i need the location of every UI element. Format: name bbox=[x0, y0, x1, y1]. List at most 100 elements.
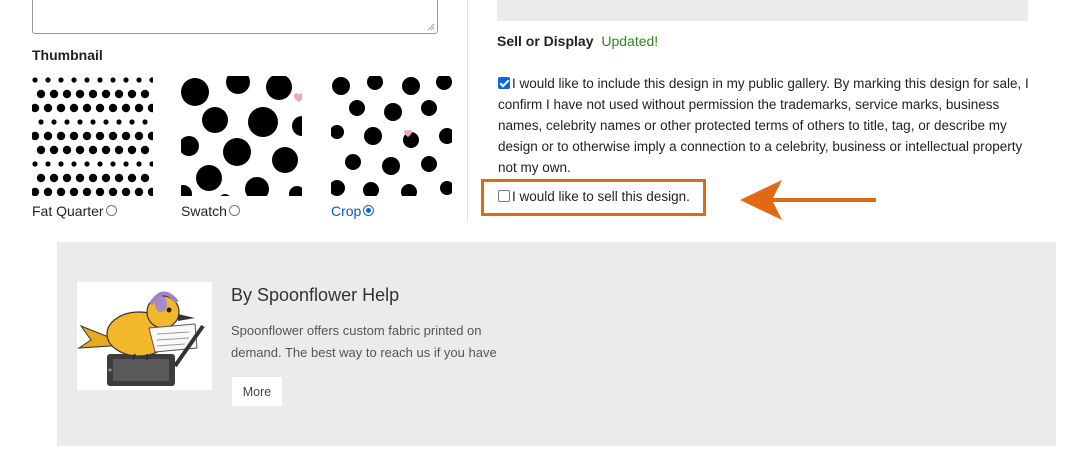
polka-dot bbox=[142, 119, 148, 125]
polka-dot bbox=[97, 77, 103, 83]
polka-dot bbox=[127, 173, 137, 183]
swatch-radio[interactable] bbox=[228, 204, 240, 216]
polka-dot bbox=[62, 173, 72, 183]
polka-dot bbox=[147, 131, 153, 141]
sell-checkbox[interactable] bbox=[498, 190, 510, 202]
more-button[interactable]: More bbox=[232, 377, 282, 406]
polka-dot bbox=[90, 119, 96, 125]
polka-dot bbox=[84, 77, 90, 83]
polka-dot bbox=[38, 119, 44, 125]
polka-dot bbox=[88, 89, 98, 99]
gallery-checkbox-row[interactable]: I would like to include this design in m… bbox=[498, 73, 1038, 178]
polka-dot bbox=[75, 145, 85, 155]
polka-dot bbox=[82, 187, 92, 196]
polka-dot bbox=[71, 161, 77, 167]
polka-dot bbox=[140, 145, 150, 155]
polka-dot bbox=[69, 131, 79, 141]
polka-dot bbox=[82, 131, 92, 141]
polka-dot bbox=[32, 103, 40, 113]
updated-status: Updated! bbox=[601, 33, 659, 49]
bird-on-tablet-icon[interactable] bbox=[77, 282, 212, 390]
polka-dot bbox=[88, 145, 98, 155]
polka-dot bbox=[136, 77, 142, 83]
resize-grip-icon[interactable] bbox=[427, 23, 435, 31]
thumbnail-heading: Thumbnail bbox=[32, 47, 103, 63]
polka-dot bbox=[71, 77, 77, 83]
polka-dot bbox=[43, 187, 53, 196]
polka-dot bbox=[43, 103, 53, 113]
polka-dot bbox=[134, 103, 144, 113]
polka-dot bbox=[62, 89, 72, 99]
polka-dot bbox=[129, 119, 135, 125]
polka-dot bbox=[110, 77, 116, 83]
polka-dot bbox=[77, 119, 83, 125]
polka-dot bbox=[49, 173, 59, 183]
polka-dot bbox=[58, 161, 64, 167]
fat-quarter-thumbnail[interactable] bbox=[32, 76, 153, 196]
polka-dot bbox=[36, 89, 46, 99]
polka-dot bbox=[45, 77, 51, 83]
polka-dot bbox=[45, 161, 51, 167]
crop-radio[interactable] bbox=[363, 204, 375, 216]
polka-dot bbox=[147, 103, 153, 113]
polka-dot bbox=[136, 161, 142, 167]
column-divider bbox=[467, 0, 468, 222]
polka-dot bbox=[134, 187, 144, 196]
polka-dot bbox=[116, 119, 122, 125]
polka-dot bbox=[121, 187, 131, 196]
polka-dot bbox=[101, 89, 111, 99]
polka-dot bbox=[97, 161, 103, 167]
polka-dot bbox=[114, 145, 124, 155]
arrow-left-icon bbox=[740, 180, 876, 220]
crop-option[interactable]: Crop bbox=[331, 203, 375, 219]
description-textarea[interactable] bbox=[32, 0, 438, 34]
polka-dot bbox=[32, 161, 38, 167]
sell-checkbox-row[interactable]: I would like to sell this design. bbox=[498, 189, 690, 204]
polka-dot bbox=[110, 161, 116, 167]
polka-dot bbox=[123, 77, 129, 83]
polka-dot bbox=[95, 187, 105, 196]
crop-thumbnail[interactable] bbox=[331, 76, 452, 196]
polka-dot bbox=[108, 103, 118, 113]
preview-panel bbox=[497, 0, 1028, 21]
sell-checkbox-label: I would like to sell this design. bbox=[512, 189, 690, 204]
polka-dot bbox=[140, 173, 150, 183]
polka-dot bbox=[134, 131, 144, 141]
polka-dot bbox=[95, 103, 105, 113]
polka-dot bbox=[101, 173, 111, 183]
polka-dot bbox=[69, 187, 79, 196]
polka-dot bbox=[101, 145, 111, 155]
fat-quarter-option[interactable]: Fat Quarter bbox=[32, 203, 117, 219]
designer-description: Spoonflower offers custom fabric printed… bbox=[231, 323, 497, 360]
polka-dot bbox=[108, 131, 118, 141]
swatch-thumbnail[interactable] bbox=[181, 76, 302, 196]
polka-dot bbox=[114, 173, 124, 183]
polka-dot bbox=[64, 119, 70, 125]
fat-quarter-radio[interactable] bbox=[105, 204, 117, 216]
polka-dot bbox=[149, 161, 153, 167]
polka-dot bbox=[114, 89, 124, 99]
polka-dot bbox=[51, 119, 57, 125]
polka-dot bbox=[121, 131, 131, 141]
swatch-label: Swatch bbox=[181, 203, 227, 219]
polka-dot bbox=[149, 77, 153, 83]
swatch-option[interactable]: Swatch bbox=[181, 203, 240, 219]
polka-dot bbox=[127, 89, 137, 99]
polka-dot bbox=[69, 103, 79, 113]
polka-dot bbox=[75, 89, 85, 99]
sell-or-display-heading: Sell or Display Updated! bbox=[497, 33, 658, 49]
polka-dot bbox=[140, 89, 150, 99]
polka-dot bbox=[88, 173, 98, 183]
polka-dot bbox=[84, 161, 90, 167]
polka-dot bbox=[95, 131, 105, 141]
crop-label: Crop bbox=[331, 203, 362, 219]
polka-dot bbox=[56, 187, 66, 196]
gallery-checkbox[interactable] bbox=[498, 77, 510, 89]
polka-dot bbox=[56, 131, 66, 141]
polka-dot bbox=[82, 103, 92, 113]
polka-dot bbox=[62, 145, 72, 155]
polka-dot bbox=[32, 131, 40, 141]
polka-dot bbox=[49, 89, 59, 99]
polka-dot bbox=[123, 161, 129, 167]
designer-title[interactable]: By Spoonflower Help bbox=[231, 285, 399, 306]
